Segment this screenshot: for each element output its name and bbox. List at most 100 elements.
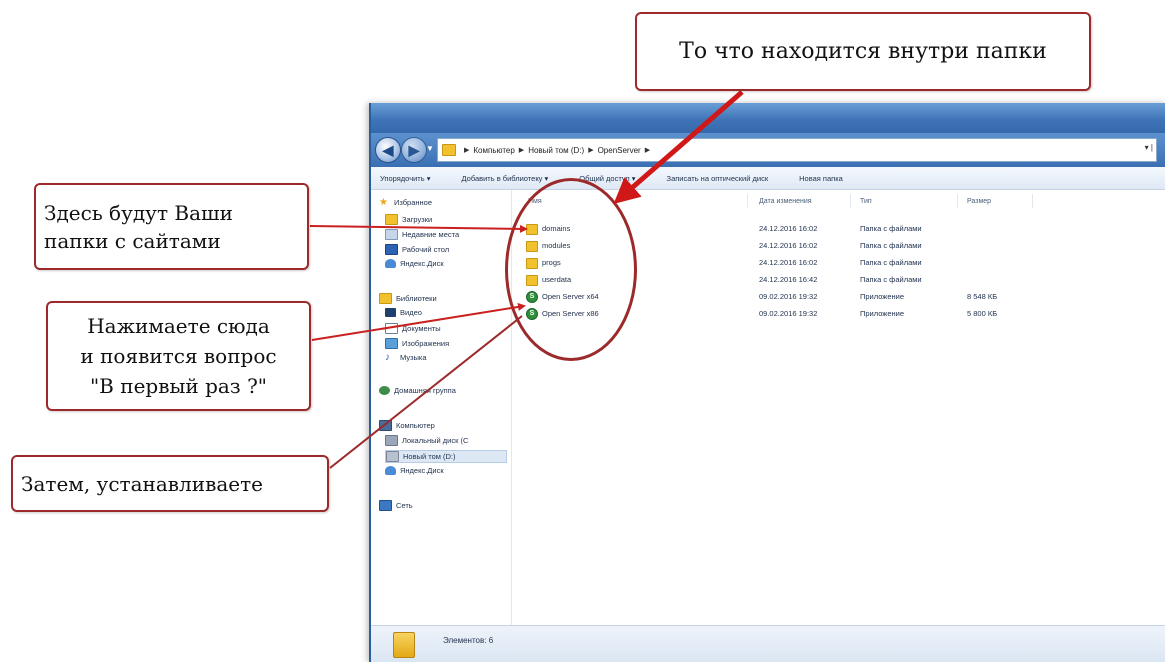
column-size[interactable]: Размер <box>967 198 991 205</box>
nav-label: Документы <box>402 324 441 333</box>
window-titlebar[interactable] <box>371 103 1165 133</box>
nav-desktop[interactable]: Рабочий стол <box>385 244 449 255</box>
breadcrumb-item-computer[interactable]: Компьютер <box>473 146 514 155</box>
forward-arrow-icon[interactable]: ▶ <box>401 137 427 163</box>
nav-favorites[interactable]: ★ Избранное <box>379 197 433 208</box>
breadcrumb[interactable]: ▶ Компьютер ▶ Новый том (D:) ▶ OpenServe… <box>437 138 1157 162</box>
downloads-icon <box>385 214 398 225</box>
nav-label: Новый том (D:) <box>403 452 456 461</box>
file-size: 5 800 КБ <box>967 309 998 318</box>
address-bar-area: ◀ ▶ ▼ ▶ Компьютер ▶ Новый том (D:) ▶ Ope… <box>371 133 1165 167</box>
drive-icon <box>386 451 399 462</box>
breadcrumb-item-openserver[interactable]: OpenServer <box>598 146 641 155</box>
image-icon <box>385 338 398 349</box>
callout-text: Затем, устанавливаете <box>21 471 263 496</box>
nav-label: Недавние места <box>402 230 460 239</box>
video-icon <box>385 308 396 317</box>
file-date: 09.02.2016 19:32 <box>759 309 818 318</box>
cloud-icon <box>385 466 396 475</box>
nav-yandex-disk[interactable]: Яндекс.Диск <box>385 259 444 268</box>
callout-text: Нажимаете сюда и появится вопрос "В перв… <box>80 314 277 398</box>
nav-label: Локальный диск (C <box>402 436 469 445</box>
nav-label: Рабочий стол <box>402 245 450 254</box>
breadcrumb-item-volume-d[interactable]: Новый том (D:) <box>528 146 584 155</box>
nav-music[interactable]: ♪ Музыка <box>385 352 427 363</box>
column-divider[interactable] <box>1032 194 1033 208</box>
callout-text: То что находится внутри папки <box>679 39 1047 64</box>
file-type: Папка с файлами <box>860 224 922 233</box>
cloud-icon <box>385 259 396 268</box>
nav-label: Избранное <box>394 198 433 207</box>
drive-icon <box>385 435 398 446</box>
nav-label: Музыка <box>400 353 427 362</box>
back-arrow-icon[interactable]: ◀ <box>375 137 401 163</box>
nav-video[interactable]: Видео <box>385 308 422 317</box>
nav-images[interactable]: Изображения <box>385 338 449 349</box>
chevron-right-icon[interactable]: ▶ <box>464 146 469 154</box>
music-icon: ♪ <box>385 352 390 363</box>
nav-label: Библиотеки <box>396 294 437 303</box>
callout-folder-contents: То что находится внутри папки <box>635 12 1091 91</box>
column-divider[interactable] <box>850 194 851 208</box>
nav-recent[interactable]: Недавние места <box>385 229 459 240</box>
recent-places-icon <box>385 229 398 240</box>
computer-icon <box>379 420 392 431</box>
file-date: 24.12.2016 16:02 <box>759 224 818 233</box>
file-type: Приложение <box>860 309 904 318</box>
navigation-pane: ★ Избранное Загрузки Недавние места Рабо… <box>371 190 512 626</box>
nav-documents[interactable]: Документы <box>385 323 441 334</box>
star-icon: ★ <box>379 197 388 208</box>
nav-label: Изображения <box>402 339 450 348</box>
nav-libraries[interactable]: Библиотеки <box>379 293 437 304</box>
explorer-window: ◀ ▶ ▼ ▶ Компьютер ▶ Новый том (D:) ▶ Ope… <box>369 103 1165 662</box>
folder-icon <box>442 144 456 156</box>
file-size: 8 548 КБ <box>967 292 998 301</box>
organize-button[interactable]: Упорядочить ▾ <box>380 174 430 183</box>
file-type: Приложение <box>860 292 904 301</box>
file-date: 24.12.2016 16:02 <box>759 241 818 250</box>
nav-computer[interactable]: Компьютер <box>379 420 435 431</box>
column-date[interactable]: Дата изменения <box>759 198 812 205</box>
add-to-library-button[interactable]: Добавить в библиотеку ▾ <box>461 174 548 183</box>
file-date: 24.12.2016 16:02 <box>759 258 818 267</box>
callout-text: Здесь будут Ваши папки с сайтами <box>44 200 233 253</box>
file-type: Папка с файлами <box>860 241 922 250</box>
chevron-right-icon[interactable]: ▶ <box>645 146 650 154</box>
file-date: 09.02.2016 19:32 <box>759 292 818 301</box>
file-date: 24.12.2016 16:42 <box>759 275 818 284</box>
libraries-icon <box>379 293 392 304</box>
network-icon <box>379 500 392 511</box>
file-type: Папка с файлами <box>860 258 922 267</box>
history-dropdown-icon[interactable]: ▼ <box>426 144 434 153</box>
nav-new-volume-d[interactable]: Новый том (D:) <box>385 450 507 463</box>
callout-site-folders: Здесь будут Ваши папки с сайтами <box>34 183 309 270</box>
folder-icon <box>393 632 415 658</box>
address-dropdown-icon[interactable]: ▾ | <box>1145 143 1153 152</box>
nav-local-disk-c[interactable]: Локальный диск (C <box>385 435 468 446</box>
nav-homegroup[interactable]: Домашняя группа <box>379 386 456 395</box>
callout-then-install: Затем, устанавливаете <box>11 455 329 512</box>
column-type[interactable]: Тип <box>860 198 872 205</box>
callout-click-here: Нажимаете сюда и появится вопрос "В перв… <box>46 301 311 411</box>
burn-disc-button[interactable]: Записать на оптический диск <box>667 174 769 183</box>
nav-label: Компьютер <box>396 421 435 430</box>
new-folder-button[interactable]: Новая папка <box>799 174 843 183</box>
file-type: Папка с файлами <box>860 275 922 284</box>
chevron-right-icon[interactable]: ▶ <box>519 146 524 154</box>
nav-downloads[interactable]: Загрузки <box>385 214 432 225</box>
nav-yandex-disk-2[interactable]: Яндекс.Диск <box>385 466 444 475</box>
status-item-count: Элементов: 6 <box>443 636 494 645</box>
nav-label: Загрузки <box>402 215 433 224</box>
nav-label: Видео <box>400 308 422 317</box>
nav-label: Домашняя группа <box>394 386 456 395</box>
highlight-ellipse <box>505 178 637 361</box>
chevron-right-icon[interactable]: ▶ <box>588 146 593 154</box>
column-divider[interactable] <box>957 194 958 208</box>
homegroup-icon <box>379 386 390 395</box>
command-toolbar: Упорядочить ▾ Добавить в библиотеку ▾ Об… <box>371 167 1165 190</box>
nav-label: Яндекс.Диск <box>400 466 444 475</box>
status-bar: Элементов: 6 <box>371 625 1165 662</box>
nav-label: Яндекс.Диск <box>400 259 444 268</box>
column-divider[interactable] <box>747 194 748 208</box>
nav-network[interactable]: Сеть <box>379 500 413 511</box>
